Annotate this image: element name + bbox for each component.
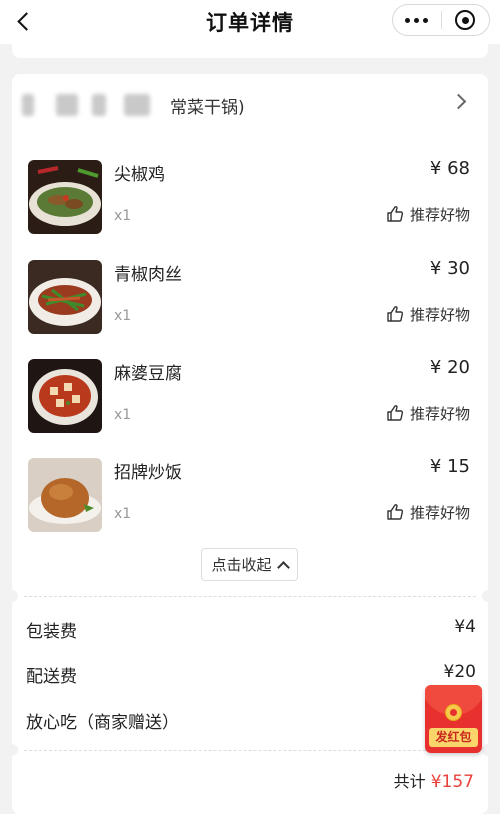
recommend-label: 推荐好物: [409, 205, 470, 224]
thumbs-up-icon: [387, 306, 404, 322]
back-button[interactable]: [8, 6, 38, 36]
more-button[interactable]: [393, 5, 441, 35]
coin-icon: [445, 704, 462, 721]
order-total: 共计 ¥157: [394, 768, 474, 792]
total-label: 共计: [393, 772, 426, 791]
item-quantity: x1: [114, 407, 132, 423]
blurred-shop-name: [92, 94, 106, 116]
card-notch: [482, 590, 494, 602]
item-price: ¥ 30: [429, 258, 470, 279]
thumbs-up-icon: [387, 206, 404, 222]
chevron-left-icon: [16, 11, 36, 31]
order-item: 尖椒鸡 ¥ 68 x1 推荐好物: [12, 154, 488, 244]
item-quantity: x1: [114, 308, 132, 324]
miniprogram-capsule: [392, 4, 490, 36]
chevron-right-icon: [450, 93, 467, 110]
recommend-button[interactable]: 推荐好物: [386, 403, 470, 423]
close-miniprogram-button[interactable]: [441, 5, 489, 35]
shop-name: 常菜干锅): [170, 98, 245, 118]
fee-row-delivery: 配送费 ¥20: [26, 660, 476, 688]
fee-row-insurance: 放心吃（商家赠送）: [26, 706, 476, 734]
order-item: 招牌炒饭 ¥ 15 x1 推荐好物: [12, 452, 488, 542]
fee-value: ¥20: [443, 662, 476, 682]
fee-row-packaging: 包装费 ¥4: [26, 615, 476, 643]
shop-row[interactable]: 常菜干锅): [12, 80, 488, 130]
chevron-up-icon: [276, 560, 290, 574]
fee-label: 配送费: [26, 667, 77, 687]
blurred-shop-name: [22, 94, 34, 116]
recommend-button[interactable]: 推荐好物: [386, 502, 470, 522]
previous-card: [12, 44, 488, 58]
dashed-divider: [24, 596, 476, 597]
thumbs-up-icon: [387, 405, 404, 421]
thumbs-up-icon: [387, 504, 404, 520]
card-notch: [6, 590, 18, 602]
recommend-button[interactable]: 推荐好物: [386, 204, 470, 224]
collapse-button[interactable]: 点击收起: [201, 548, 298, 581]
order-item: 青椒肉丝 ¥ 30 x1 推荐好物: [12, 254, 488, 344]
collapse-label: 点击收起: [211, 556, 272, 574]
recommend-label: 推荐好物: [409, 404, 470, 423]
item-name: 青椒肉丝: [114, 265, 182, 285]
fee-label: 包装费: [26, 622, 77, 642]
blurred-shop-name: [124, 94, 150, 116]
recommend-label: 推荐好物: [409, 503, 470, 522]
card-notch: [6, 744, 18, 756]
item-name: 招牌炒饭: [114, 463, 182, 483]
red-packet-button[interactable]: 发红包: [425, 685, 482, 753]
dish-image: [28, 359, 102, 433]
dish-image: [28, 260, 102, 334]
item-price: ¥ 68: [429, 158, 470, 179]
nav-bar: 订单详情: [0, 0, 500, 44]
item-name: 麻婆豆腐: [114, 364, 182, 384]
fee-label: 放心吃（商家赠送）: [26, 713, 179, 733]
order-item: 麻婆豆腐 ¥ 20 x1 推荐好物: [12, 353, 488, 443]
recommend-button[interactable]: 推荐好物: [386, 304, 470, 324]
item-price: ¥ 20: [429, 357, 470, 378]
dish-image: [28, 458, 102, 532]
red-packet-label: 发红包: [429, 728, 478, 747]
card-notch: [482, 744, 494, 756]
dashed-divider: [24, 750, 476, 751]
blurred-shop-name: [56, 94, 78, 116]
item-price: ¥ 15: [429, 456, 470, 477]
more-dots-icon: [405, 17, 429, 23]
total-amount: ¥157: [430, 772, 474, 792]
page-title: 订单详情: [206, 11, 294, 35]
item-quantity: x1: [114, 506, 132, 522]
target-circle-icon: [455, 10, 476, 30]
recommend-label: 推荐好物: [409, 305, 470, 324]
item-name: 尖椒鸡: [114, 165, 165, 185]
fee-value: ¥4: [454, 617, 476, 637]
item-quantity: x1: [114, 208, 132, 224]
dish-image: [28, 160, 102, 234]
